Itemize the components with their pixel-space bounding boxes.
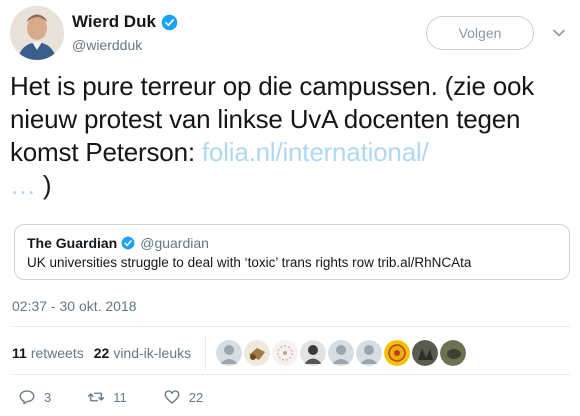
retweets-count[interactable]: 11 <box>12 345 27 361</box>
divider <box>12 374 570 375</box>
reply-button[interactable]: 3 <box>18 388 51 406</box>
liker-avatars <box>216 340 468 366</box>
chevron-down-icon[interactable] <box>552 26 566 40</box>
liker-avatar[interactable] <box>244 340 271 366</box>
likes-count[interactable]: 22 <box>94 345 110 361</box>
liker-avatar[interactable] <box>356 340 383 366</box>
author-handle[interactable]: @wierdduk <box>72 37 142 53</box>
tweet-body-end: ) <box>35 170 52 200</box>
author-avatar[interactable] <box>10 6 64 60</box>
retweet-button[interactable]: 11 <box>87 388 127 406</box>
author-name[interactable]: Wierd Duk <box>72 12 156 32</box>
quoted-tweet-text: UK universities struggle to deal with ‘t… <box>27 255 472 270</box>
verified-badge-icon <box>121 236 135 250</box>
tweet-link-ellipsis[interactable]: … <box>10 170 36 200</box>
quoted-tweet-header: The Guardian @guardian <box>27 235 557 251</box>
stats-separator <box>205 336 207 370</box>
reply-icon <box>19 390 35 405</box>
tweet-actions: 3 11 22 <box>18 386 239 408</box>
tweet-link-text[interactable]: folia.nl/international/ <box>202 137 429 167</box>
liker-avatar[interactable] <box>440 340 467 366</box>
liker-avatar[interactable] <box>300 340 327 366</box>
liker-avatar[interactable] <box>328 340 355 366</box>
liker-avatar[interactable] <box>412 340 439 366</box>
liker-avatar[interactable] <box>384 340 411 366</box>
tweet-stats: 11 retweets 22 vind-ik-leuks <box>12 336 468 370</box>
author-name-row: Wierd Duk <box>72 12 178 32</box>
divider <box>12 326 570 327</box>
retweet-count: 11 <box>113 389 127 405</box>
liker-avatar[interactable] <box>216 340 243 366</box>
retweet-icon <box>88 392 105 402</box>
like-count: 22 <box>188 389 204 405</box>
tweet-timestamp[interactable]: 02:37 - 30 okt. 2018 <box>12 298 137 314</box>
liker-avatar[interactable] <box>272 340 299 366</box>
quoted-tweet[interactable]: The Guardian @guardian UK universities s… <box>14 224 570 280</box>
quoted-author-name: The Guardian <box>27 235 118 251</box>
retweets-label[interactable]: retweets <box>31 345 84 361</box>
tweet-header: Wierd Duk @wierdduk Volgen <box>10 6 574 62</box>
reply-count: 3 <box>44 389 52 405</box>
verified-badge-icon <box>161 14 178 30</box>
like-button[interactable]: 22 <box>163 388 203 406</box>
tweet-text: Het is pure terreur op die campussen. (z… <box>10 70 570 202</box>
follow-button[interactable]: Volgen <box>426 16 534 50</box>
likes-label[interactable]: vind-ik-leuks <box>113 345 191 361</box>
heart-icon <box>164 390 180 404</box>
quoted-author-handle: @guardian <box>140 235 209 251</box>
